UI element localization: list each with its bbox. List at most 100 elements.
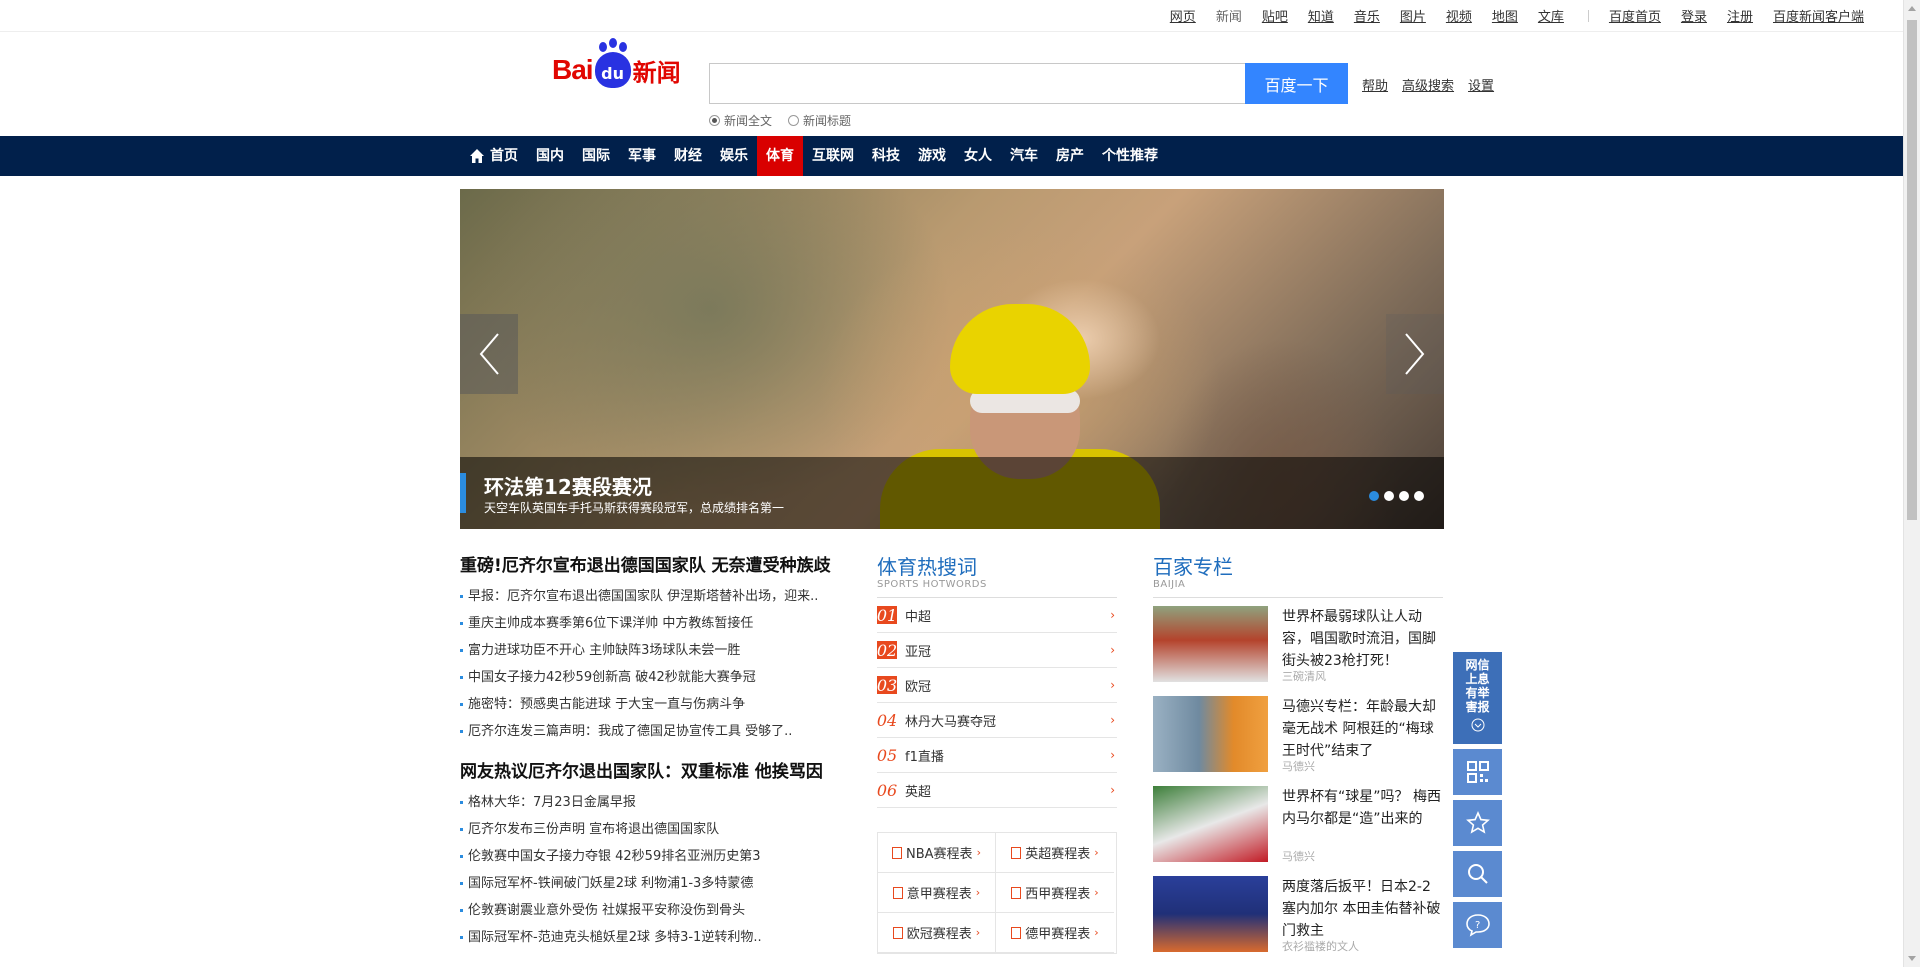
article-thumbnail[interactable] [1153, 606, 1268, 682]
nav-military[interactable]: 军事 [619, 136, 665, 176]
report-harmful-info-button[interactable]: 网信上息有举害报 [1453, 652, 1502, 744]
schedule-link-bundesliga[interactable]: 德甲赛程表 › [996, 913, 1114, 953]
top-link-baidu-home[interactable]: 百度首页 [1609, 6, 1661, 25]
radio-full-text[interactable]: 新闻全文 [709, 112, 772, 129]
slider-dot[interactable] [1414, 491, 1424, 501]
schedule-link-epl[interactable]: 英超赛程表 › [996, 833, 1114, 873]
nav-sports[interactable]: 体育 [757, 136, 803, 176]
news-item[interactable]: 国际冠军杯-铁闸破门妖星2球 利物浦1-3多特蒙德 [460, 870, 860, 897]
schedule-link-ucl[interactable]: 欧冠赛程表 › [878, 913, 996, 953]
top-link-web[interactable]: 网页 [1170, 6, 1196, 25]
news-item[interactable]: 厄齐尔发布三份声明 宣布将退出德国国家队 [460, 816, 860, 843]
baijia-item[interactable]: 马德兴专栏：年龄最大却毫无战术 阿根廷的“梅球王时代”结束了 马德兴 [1153, 696, 1443, 776]
article-title[interactable]: 马德兴专栏：年龄最大却毫无战术 阿根廷的“梅球王时代”结束了 [1282, 699, 1436, 759]
nav-international[interactable]: 国际 [573, 136, 619, 176]
news-item[interactable]: 格林大华：7月23日金属早报 [460, 789, 860, 816]
help-button[interactable]: ? [1453, 902, 1502, 948]
nav-games[interactable]: 游戏 [909, 136, 955, 176]
news-item[interactable]: 中国女子接力42秒59创新高 破42秒就能大赛争冠 [460, 664, 860, 691]
nav-realestate[interactable]: 房产 [1047, 136, 1093, 176]
page-scrollbar[interactable] [1903, 0, 1920, 967]
hotword-text[interactable]: 中超 [905, 606, 931, 625]
top-link-zhidao[interactable]: 知道 [1308, 6, 1334, 25]
nav-internet[interactable]: 互联网 [803, 136, 863, 176]
hotword-item[interactable]: 03 欧冠 › [877, 668, 1117, 703]
hotword-item[interactable]: 02 亚冠 › [877, 633, 1117, 668]
nav-home[interactable]: 首页 [460, 136, 527, 176]
article-thumbnail[interactable] [1153, 696, 1268, 772]
nav-auto[interactable]: 汽车 [1001, 136, 1047, 176]
top-link-wenku[interactable]: 文库 [1538, 6, 1564, 25]
radio-dot[interactable] [788, 115, 800, 126]
scroll-up-arrow-icon[interactable] [1908, 6, 1916, 11]
slider-dot[interactable] [1399, 491, 1409, 501]
settings-link[interactable]: 设置 [1468, 75, 1494, 94]
radio-dot-checked[interactable] [709, 115, 720, 126]
hotword-text[interactable]: f1直播 [905, 746, 944, 765]
qr-code-button[interactable] [1453, 749, 1502, 795]
hotword-text[interactable]: 亚冠 [905, 641, 931, 660]
hotword-item[interactable]: 05 f1直播 › [877, 738, 1117, 773]
news-app-link[interactable]: 百度新闻客户端 [1773, 6, 1864, 25]
top-link-images[interactable]: 图片 [1400, 6, 1426, 25]
article-thumbnail[interactable] [1153, 876, 1268, 952]
scroll-down-arrow-icon[interactable] [1908, 956, 1916, 961]
slide-caption[interactable]: 环法第12赛段赛况 天空车队英国车手托马斯获得赛段冠军，总成绩排名第一 [460, 457, 1444, 529]
article-title[interactable]: 两度落后扳平！日本2-2塞内加尔 本田圭佑替补破门救主 [1282, 879, 1440, 939]
top-link-music[interactable]: 音乐 [1354, 6, 1380, 25]
search-float-button[interactable] [1453, 851, 1502, 897]
hotword-item[interactable]: 06 英超 › [877, 773, 1117, 808]
slider-prev-button[interactable] [460, 314, 518, 394]
slider-next-button[interactable] [1386, 314, 1444, 394]
nav-entertainment[interactable]: 娱乐 [711, 136, 757, 176]
top-link-video[interactable]: 视频 [1446, 6, 1472, 25]
register-link[interactable]: 注册 [1727, 6, 1753, 25]
hotwords-list: 01 中超 › 02 亚冠 › 03 欧冠 › 04 林丹大马赛夺冠 › 05 f1直播 › 06 英… [877, 597, 1117, 808]
slider-dot[interactable] [1369, 491, 1379, 501]
help-link[interactable]: 帮助 [1362, 75, 1388, 94]
advanced-search-link[interactable]: 高级搜索 [1402, 75, 1454, 94]
nav-domestic[interactable]: 国内 [527, 136, 573, 176]
news-item[interactable]: 重庆主帅成本赛季第6位下课洋帅 中方教练暂接任 [460, 610, 860, 637]
search-input[interactable] [709, 63, 1245, 104]
baijia-item[interactable]: 世界杯有“球星”吗？ 梅西内马尔都是“造”出来的 马德兴 [1153, 786, 1443, 866]
hotword-item[interactable]: 04 林丹大马赛夺冠 › [877, 703, 1117, 738]
article-title[interactable]: 世界杯最弱球队让人动容，唱国歌时流泪，国脚街头被23枪打死！ [1282, 609, 1436, 669]
scrollbar-thumb[interactable] [1907, 20, 1917, 520]
baidu-news-logo[interactable]: Bai du 新闻 [552, 42, 681, 88]
nav-personalized[interactable]: 个性推荐 [1093, 136, 1167, 176]
hotword-text[interactable]: 林丹大马赛夺冠 [905, 711, 996, 730]
baijia-item[interactable]: 两度落后扳平！日本2-2塞内加尔 本田圭佑替补破门救主 衣衫褴褛的文人 [1153, 876, 1443, 956]
hotword-item[interactable]: 01 中超 › [877, 598, 1117, 633]
news-item[interactable]: 厄齐尔连发三篇声明：我成了德国足协宣传工具 受够了.. [460, 718, 860, 745]
headline-title[interactable]: 网友热议厄齐尔退出国家队：双重标准 他挨骂因 [460, 761, 860, 783]
article-thumbnail[interactable] [1153, 786, 1268, 862]
top-link-map[interactable]: 地图 [1492, 6, 1518, 25]
news-item[interactable]: 伦敦赛中国女子接力夺银 42秒59排名亚洲历史第3 [460, 843, 860, 870]
nav-tech[interactable]: 科技 [863, 136, 909, 176]
news-item[interactable]: 富力进球功臣不开心 主帅缺阵3场球队未尝一胜 [460, 637, 860, 664]
hotword-text[interactable]: 欧冠 [905, 676, 931, 695]
news-item[interactable]: 早报：厄齐尔宣布退出德国国家队 伊涅斯塔替补出场，迎来.. [460, 583, 860, 610]
featured-slider[interactable]: 环法第12赛段赛况 天空车队英国车手托马斯获得赛段冠军，总成绩排名第一 [460, 189, 1444, 529]
news-item[interactable]: 国际冠军杯-范迪克头槌妖星2球 多特3-1逆转利物.. [460, 924, 860, 951]
article-title[interactable]: 世界杯有“球星”吗？ 梅西内马尔都是“造”出来的 [1282, 789, 1441, 827]
nav-finance[interactable]: 财经 [665, 136, 711, 176]
hotword-text[interactable]: 英超 [905, 781, 931, 800]
news-item[interactable]: 施密特：预感奥古能进球 于大宝一直与伤病斗争 [460, 691, 860, 718]
news-item[interactable]: 伦敦赛谢震业意外受伤 社媒报平安称没伤到骨头 [460, 897, 860, 924]
favorite-button[interactable] [1453, 800, 1502, 846]
slider-dot[interactable] [1384, 491, 1394, 501]
schedule-link-seriea[interactable]: 意甲赛程表 › [878, 873, 996, 913]
login-link[interactable]: 登录 [1681, 6, 1707, 25]
slide-title[interactable]: 环法第12赛段赛况 [484, 471, 652, 500]
schedule-link-laliga[interactable]: 西甲赛程表 › [996, 873, 1114, 913]
top-link-tieba[interactable]: 贴吧 [1262, 6, 1288, 25]
radio-title-only[interactable]: 新闻标题 [788, 112, 851, 129]
baijia-item[interactable]: 世界杯最弱球队让人动容，唱国歌时流泪，国脚街头被23枪打死！ 三碗清风 [1153, 606, 1443, 686]
top-link-news[interactable]: 新闻 [1216, 6, 1242, 25]
search-button[interactable]: 百度一下 [1245, 63, 1348, 104]
headline-title[interactable]: 重磅!厄齐尔宣布退出德国国家队 无奈遭受种族歧 [460, 555, 860, 577]
nav-women[interactable]: 女人 [955, 136, 1001, 176]
schedule-link-nba[interactable]: NBA赛程表 › [878, 833, 996, 873]
